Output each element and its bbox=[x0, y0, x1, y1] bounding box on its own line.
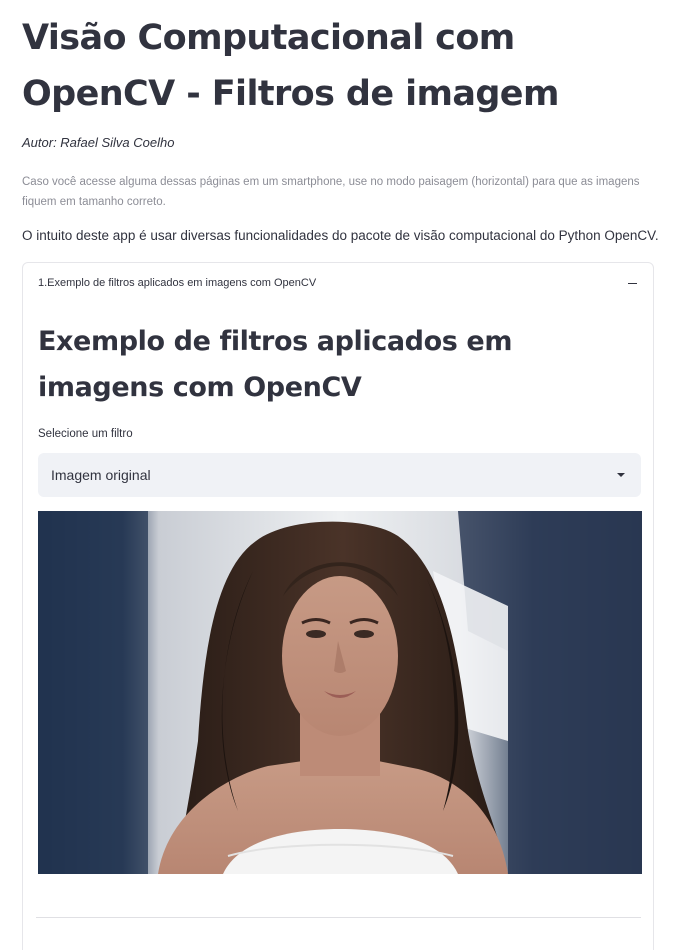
divider bbox=[36, 917, 641, 918]
filter-select[interactable]: Imagem original bbox=[38, 453, 641, 497]
smartphone-note: Caso você acesse alguma dessas páginas e… bbox=[22, 176, 640, 208]
caret-down-icon[interactable] bbox=[617, 473, 625, 477]
intro-text: O intuito deste app é usar diversas func… bbox=[22, 228, 659, 243]
section-title: Exemplo de filtros aplicados em imagens … bbox=[38, 326, 513, 403]
author-caption: Autor: Rafael Silva Coelho bbox=[22, 135, 175, 150]
expander-header[interactable]: 1.Exemplo de filtros aplicados em imagen… bbox=[23, 263, 653, 305]
minus-icon[interactable] bbox=[628, 283, 637, 284]
portrait-photo bbox=[38, 511, 642, 874]
app-page: Visão Computacional com OpenCV - Filtros… bbox=[0, 0, 676, 950]
portrait-image bbox=[38, 511, 642, 874]
page-title: Visão Computacional com OpenCV - Filtros… bbox=[22, 18, 559, 114]
expander-label: 1.Exemplo de filtros aplicados em imagen… bbox=[38, 277, 317, 289]
filter-select-value: Imagem original bbox=[51, 467, 151, 483]
filter-select-label: Selecione um filtro bbox=[38, 428, 133, 440]
filters-expander: 1.Exemplo de filtros aplicados em imagen… bbox=[22, 262, 654, 950]
